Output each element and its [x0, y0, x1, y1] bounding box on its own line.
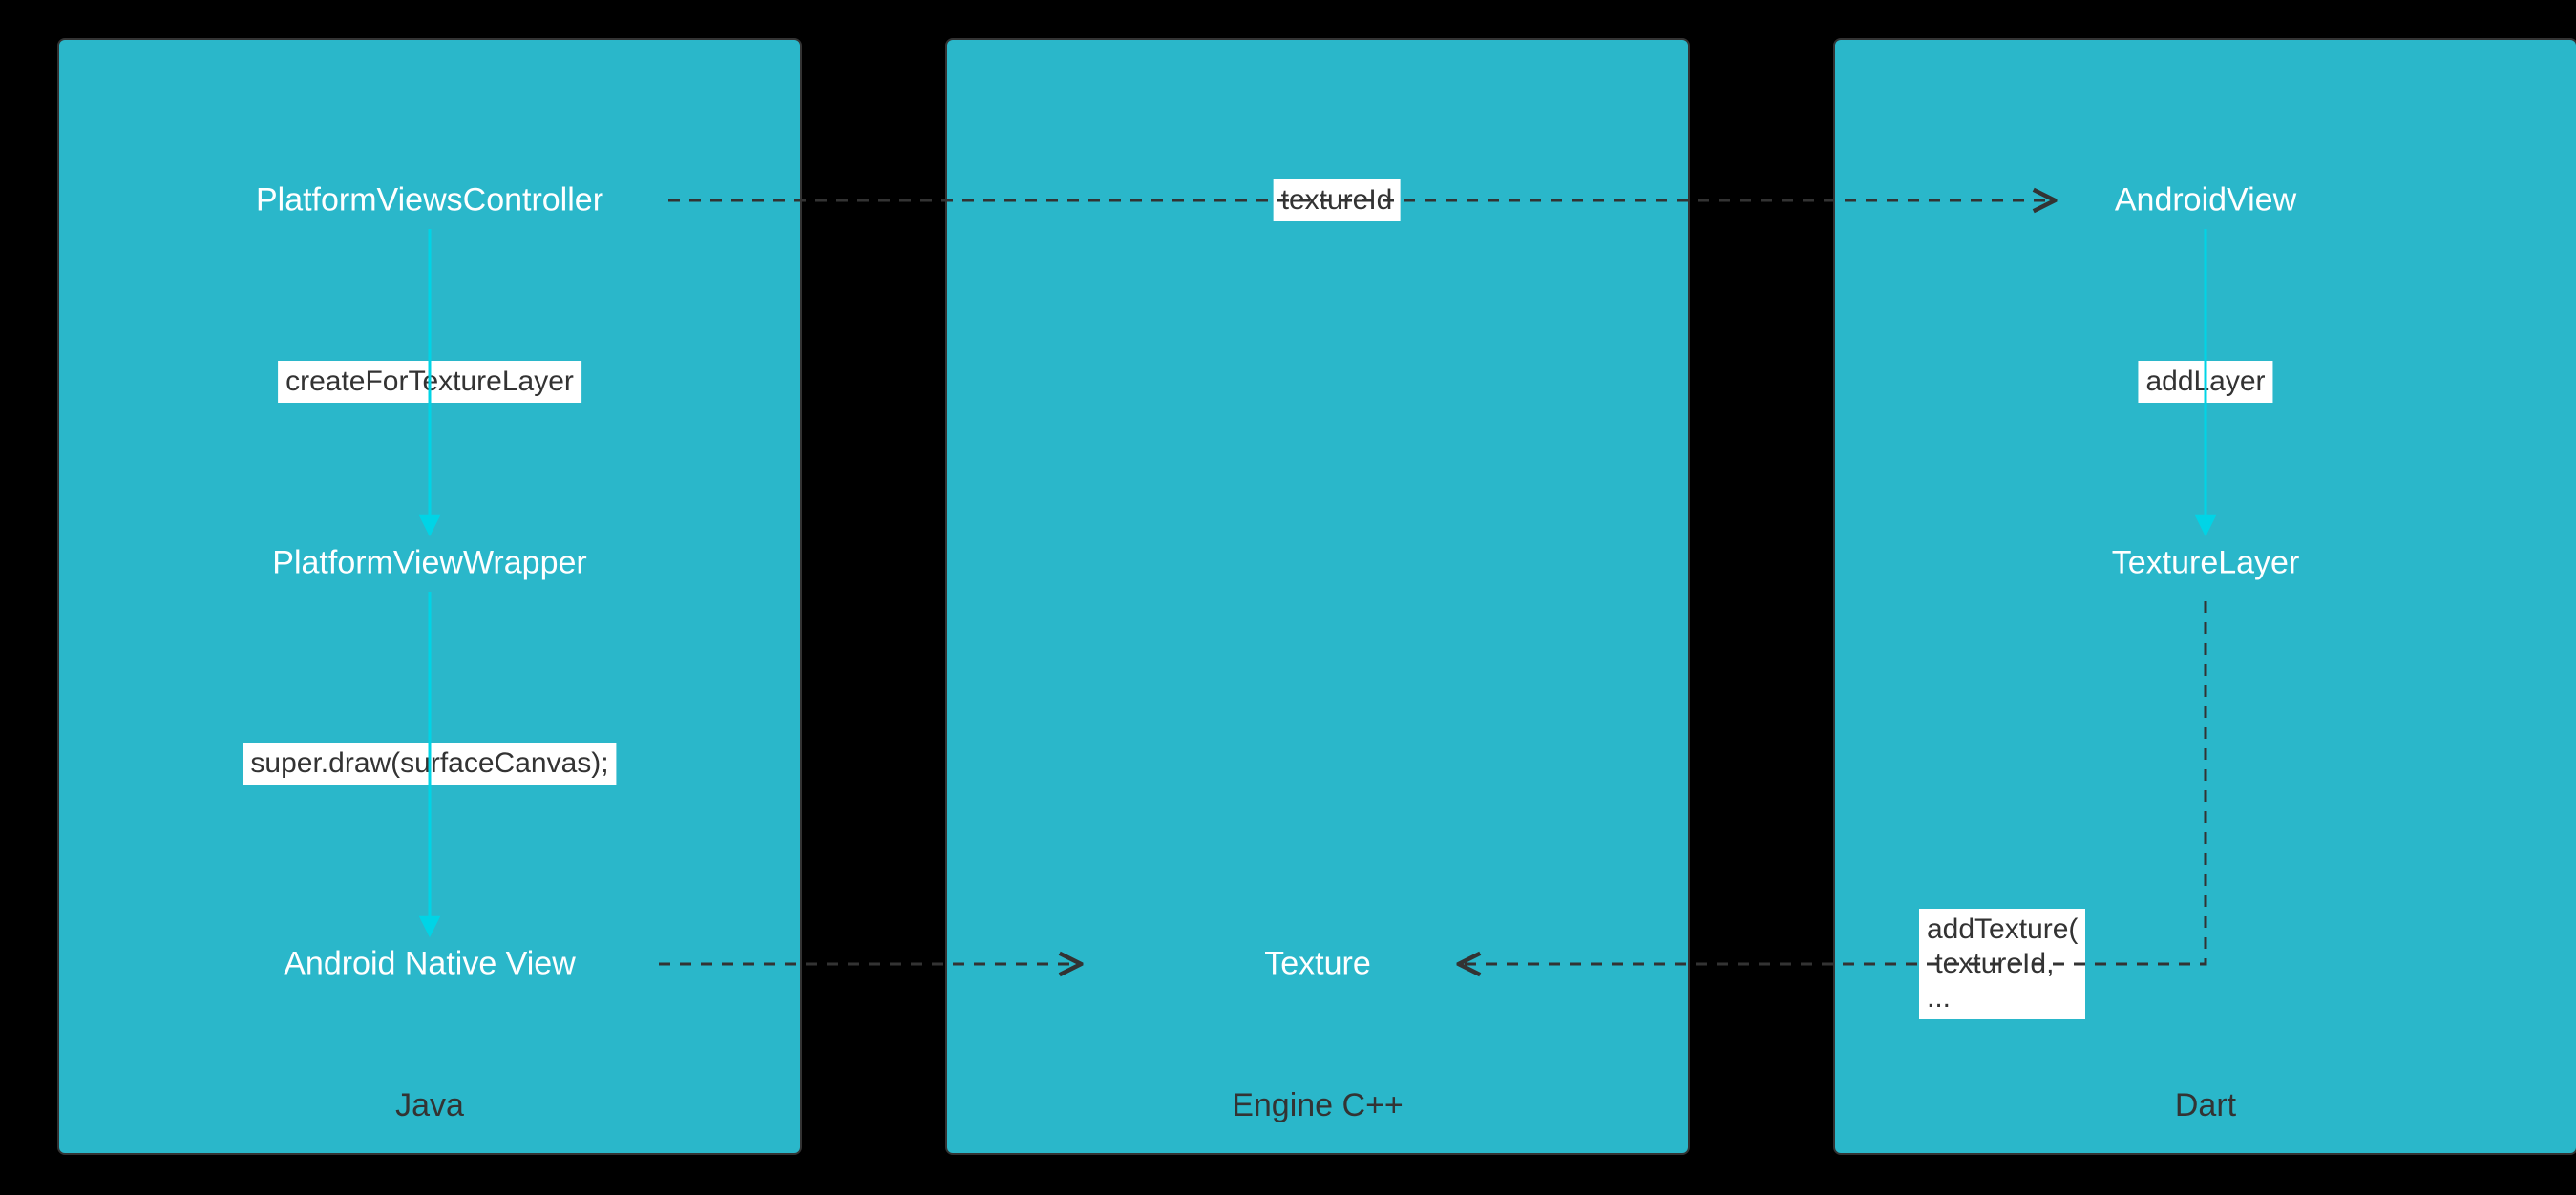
edge-label-createfortexturelayer: createForTextureLayer — [278, 361, 581, 403]
node-texturelayer: TextureLayer — [2112, 545, 2300, 582]
edge-label-superdraw: super.draw(surfaceCanvas); — [243, 743, 616, 785]
node-texture: Texture — [1264, 946, 1371, 983]
edge-label-textureid: textureId — [1274, 179, 1401, 221]
box-engine-label: Engine C++ — [1232, 1087, 1404, 1124]
node-platformviewscontroller: PlatformViewsController — [256, 182, 603, 220]
diagram-canvas: Java Engine C++ Dart PlatformViewsContro… — [0, 0, 2576, 1195]
node-androidview: AndroidView — [2115, 182, 2296, 220]
box-dart-label: Dart — [2175, 1087, 2236, 1124]
node-platformviewwrapper: PlatformViewWrapper — [272, 545, 586, 582]
edge-label-addlayer: addLayer — [2138, 361, 2272, 403]
node-android-native-view: Android Native View — [284, 946, 576, 983]
box-java-label: Java — [395, 1087, 464, 1124]
edge-label-addtexture: addTexture( textureId, ... — [1919, 909, 2085, 1019]
